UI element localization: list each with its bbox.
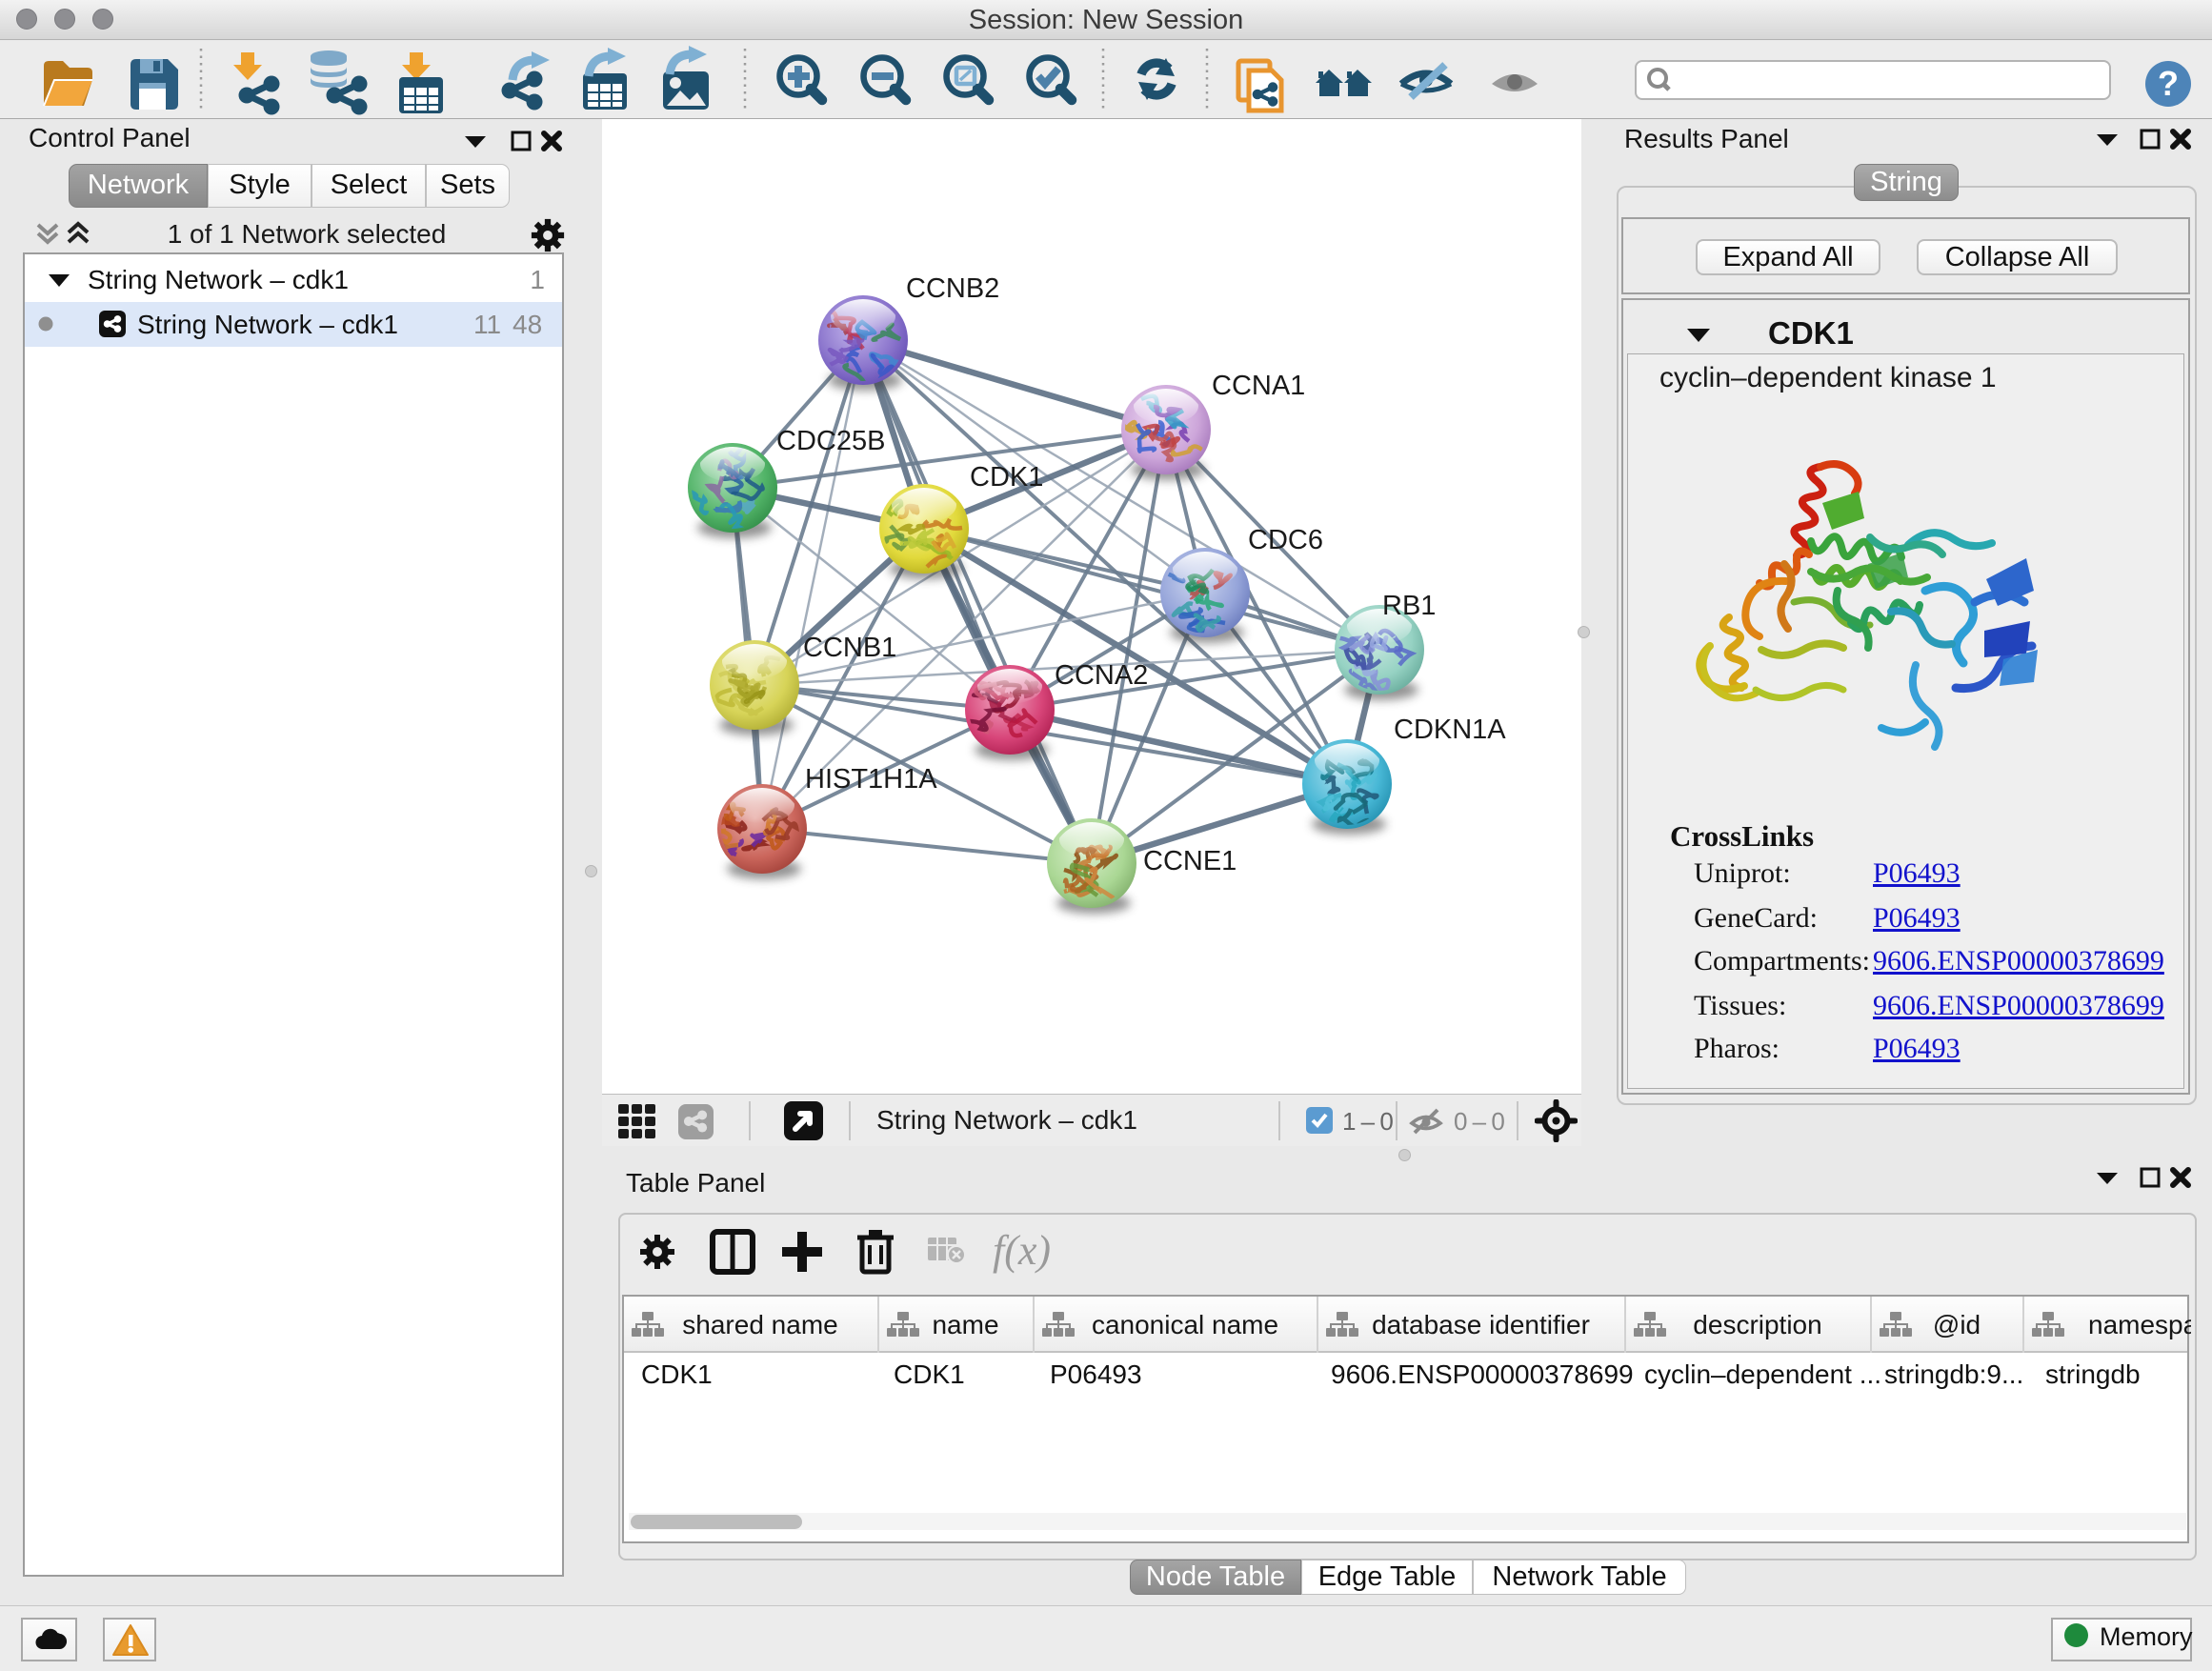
svg-text:CCNB2: CCNB2 xyxy=(906,273,999,304)
svg-text:RB1: RB1 xyxy=(1382,591,1436,621)
svg-text:CCNA1: CCNA1 xyxy=(1212,371,1305,401)
svg-text:CDKN1A: CDKN1A xyxy=(1394,715,1506,745)
svg-text:CCNE1: CCNE1 xyxy=(1143,846,1237,876)
svg-text:HIST1H1A: HIST1H1A xyxy=(805,764,937,795)
svg-text:CCNA2: CCNA2 xyxy=(1055,660,1148,691)
svg-text:f(x): f(x) xyxy=(993,1227,1051,1274)
svg-text:?: ? xyxy=(2158,64,2179,103)
svg-text:CDK1: CDK1 xyxy=(970,462,1043,493)
svg-text:CCNB1: CCNB1 xyxy=(803,633,896,663)
svg-text:CDC6: CDC6 xyxy=(1248,525,1323,555)
svg-text:CDC25B: CDC25B xyxy=(776,426,885,456)
